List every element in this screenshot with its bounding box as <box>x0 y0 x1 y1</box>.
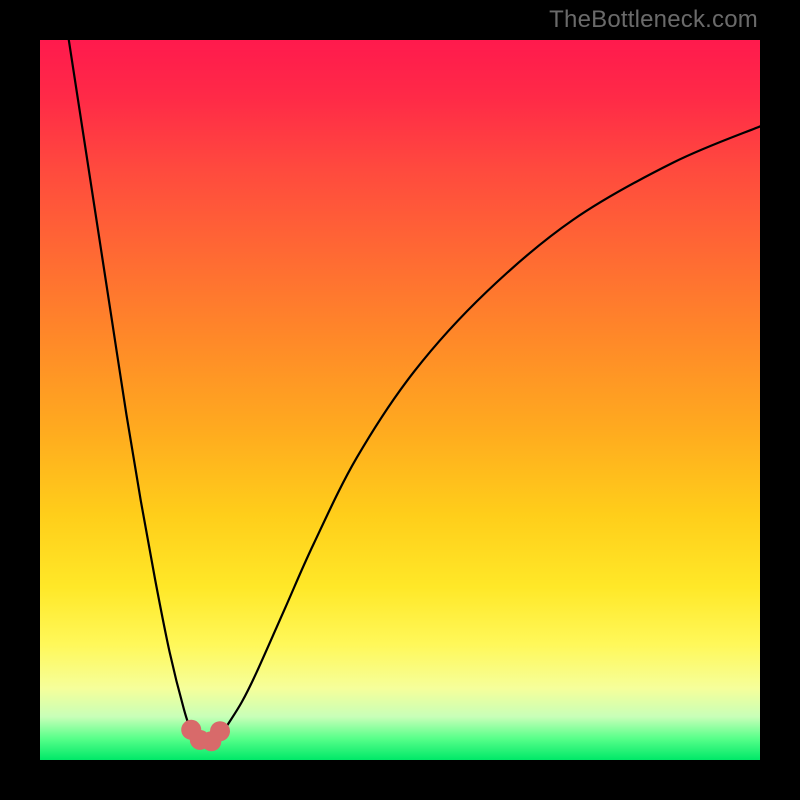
chart-svg <box>40 40 760 760</box>
chart-frame: TheBottleneck.com <box>0 0 800 800</box>
curve-layer <box>69 40 760 744</box>
marker-layer <box>181 720 230 752</box>
valley-marker-4 <box>210 721 230 741</box>
bottleneck-curve <box>69 40 760 744</box>
plot-area <box>40 40 760 760</box>
watermark-text: TheBottleneck.com <box>549 6 758 34</box>
